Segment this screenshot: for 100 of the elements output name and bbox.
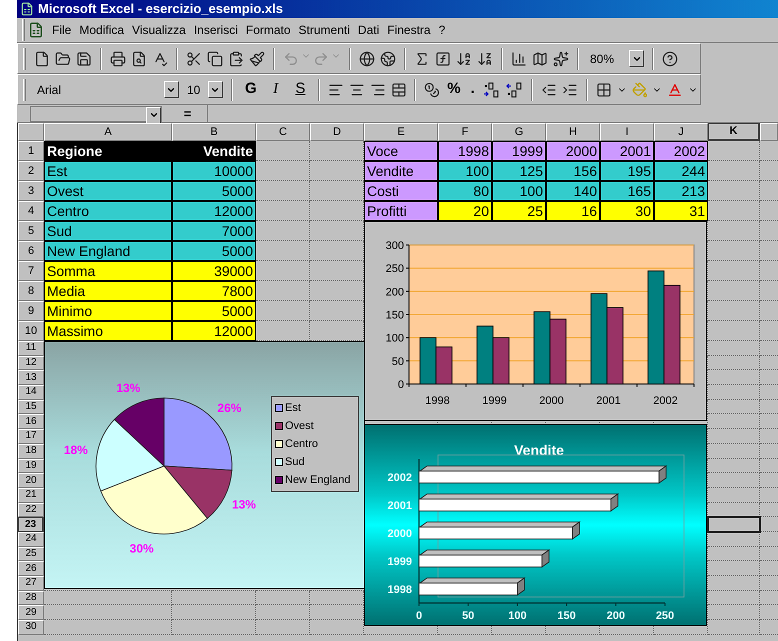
- row-header[interactable]: 8: [18, 281, 44, 301]
- select-all-button[interactable]: [18, 123, 44, 141]
- row-header[interactable]: 5: [18, 221, 44, 241]
- row-header[interactable]: 7: [18, 261, 44, 281]
- format-button[interactable]: I: [266, 78, 286, 101]
- row-header[interactable]: 1: [18, 141, 44, 161]
- column-header[interactable]: C: [256, 123, 310, 141]
- increase-decimal-icon[interactable]: [482, 82, 501, 98]
- sort-descending-icon[interactable]: [477, 50, 493, 66]
- column-header[interactable]: H: [546, 123, 600, 141]
- table-cell: 5000: [172, 301, 256, 321]
- row-header[interactable]: 6: [18, 241, 44, 261]
- row-header[interactable]: 21: [18, 488, 44, 503]
- legend-label: New England: [285, 474, 350, 486]
- row-header[interactable]: 14: [18, 385, 44, 400]
- row-header[interactable]: 16: [18, 414, 44, 430]
- paste-icon[interactable]: [228, 50, 244, 66]
- menu-item[interactable]: Finestra: [383, 21, 435, 39]
- column-header[interactable]: A: [44, 123, 172, 141]
- row-header[interactable]: 27: [18, 576, 44, 591]
- function-icon[interactable]: [435, 50, 451, 66]
- brush-icon[interactable]: [249, 50, 265, 66]
- chart-icon[interactable]: [511, 50, 527, 66]
- menu-item[interactable]: ?: [434, 21, 450, 39]
- row-header[interactable]: 17: [18, 429, 44, 444]
- globe-icon[interactable]: [359, 50, 375, 66]
- currency-icon[interactable]: [424, 82, 440, 98]
- menu-item[interactable]: File: [48, 21, 76, 39]
- row-header[interactable]: 12: [18, 356, 44, 370]
- map-icon[interactable]: [532, 50, 548, 66]
- merge-cells-icon[interactable]: [390, 82, 406, 98]
- row-header[interactable]: 30: [18, 620, 44, 635]
- fill-color-icon[interactable]: [632, 82, 648, 98]
- column-header[interactable]: F: [438, 123, 492, 141]
- axis-label: 250: [386, 263, 404, 276]
- menu-item[interactable]: Dati: [354, 21, 384, 39]
- axis-label: 150: [386, 310, 404, 322]
- format-button[interactable]: G: [240, 78, 261, 101]
- row-header[interactable]: 9: [18, 301, 44, 321]
- table-cell: [708, 590, 760, 606]
- globe-icon[interactable]: [380, 50, 396, 66]
- format-button[interactable]: S: [290, 78, 310, 101]
- column-header[interactable]: G: [492, 123, 546, 141]
- save-icon[interactable]: [76, 50, 92, 66]
- print-preview-icon[interactable]: [131, 50, 147, 66]
- table-cell: [708, 429, 760, 444]
- font-size-field[interactable]: 10: [184, 80, 208, 98]
- column-header[interactable]: D: [310, 123, 364, 141]
- row-header[interactable]: 24: [18, 532, 44, 547]
- column-header[interactable]: I: [600, 123, 654, 141]
- row-header[interactable]: 10: [18, 321, 44, 341]
- row-header[interactable]: 2: [18, 161, 44, 181]
- selected-cell[interactable]: [707, 516, 761, 534]
- thousands-button[interactable]: .: [468, 78, 478, 101]
- menu-item[interactable]: Visualizza: [128, 21, 190, 39]
- folder-icon[interactable]: [55, 50, 71, 66]
- row-header[interactable]: 11: [18, 341, 44, 356]
- font-field[interactable]: Arial: [34, 80, 164, 98]
- row-header[interactable]: 3: [18, 181, 44, 201]
- sort-ascending-icon[interactable]: [456, 50, 472, 66]
- formula-equals[interactable]: =: [168, 104, 208, 124]
- printer-icon[interactable]: [110, 50, 126, 66]
- row-header[interactable]: 28: [18, 590, 44, 606]
- copy-icon[interactable]: [207, 50, 223, 66]
- borders-icon[interactable]: [596, 82, 612, 98]
- help-icon[interactable]: [662, 50, 678, 66]
- column-header[interactable]: [760, 123, 778, 141]
- menu-item[interactable]: Formato: [242, 21, 295, 39]
- row-header[interactable]: 18: [18, 444, 44, 458]
- table-cell: 195: [600, 161, 654, 181]
- column-header[interactable]: B: [172, 123, 256, 141]
- row-header[interactable]: 13: [18, 370, 44, 386]
- font-size-dropdown[interactable]: [208, 81, 223, 98]
- column-header[interactable]: J: [654, 123, 708, 141]
- bar: [420, 337, 436, 384]
- font-dropdown[interactable]: [164, 81, 179, 98]
- decrease-decimal-icon[interactable]: [506, 82, 524, 98]
- name-box-dropdown[interactable]: [146, 106, 161, 124]
- column-header[interactable]: E: [364, 123, 438, 141]
- new-file-icon[interactable]: [34, 50, 50, 66]
- row-header[interactable]: 4: [18, 201, 44, 221]
- menu-item[interactable]: Inserisci: [190, 21, 242, 39]
- zoom-dropdown[interactable]: [629, 50, 644, 67]
- menu-item[interactable]: Modifica: [75, 21, 128, 39]
- row-header[interactable]: 29: [18, 605, 44, 620]
- row-header[interactable]: 19: [18, 458, 44, 474]
- zoom-field[interactable]: 80%: [587, 50, 629, 68]
- document-icon[interactable]: [28, 22, 44, 38]
- row-header[interactable]: 26: [18, 561, 44, 576]
- menu-item[interactable]: Strumenti: [294, 21, 354, 39]
- column-header[interactable]: K: [708, 123, 760, 141]
- row-header[interactable]: 15: [18, 400, 44, 414]
- row-header[interactable]: 20: [18, 473, 44, 488]
- cut-icon[interactable]: [186, 50, 202, 66]
- row-header[interactable]: 25: [18, 546, 44, 562]
- row-header[interactable]: 22: [18, 502, 44, 518]
- percent-button[interactable]: %: [445, 78, 463, 101]
- table-cell: [708, 400, 760, 414]
- table-cell: 25: [492, 201, 546, 221]
- font-color-icon[interactable]: [667, 82, 684, 98]
